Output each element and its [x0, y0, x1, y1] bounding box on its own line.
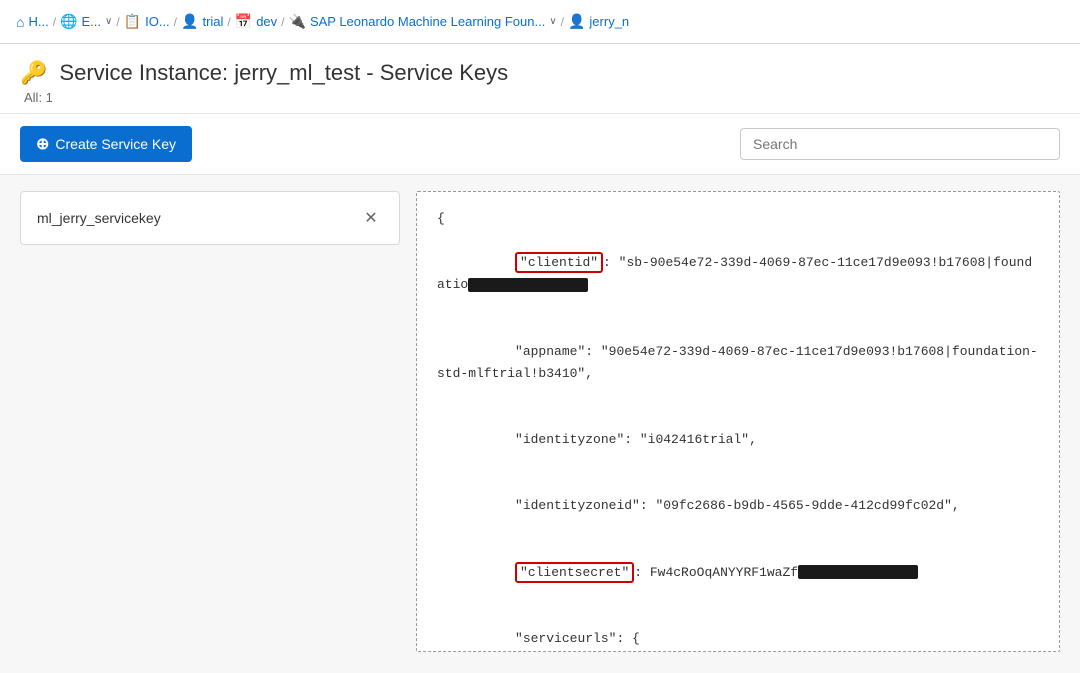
user-icon: 👤	[568, 13, 585, 30]
plus-circle-icon: ⊕	[36, 134, 49, 154]
breadcrumb-sep-1: /	[53, 15, 56, 29]
json-line-brace-open: {	[437, 208, 1039, 230]
globe-icon: 🌐	[60, 13, 77, 30]
breadcrumb-chevron-env[interactable]: ∨	[105, 16, 112, 27]
breadcrumb-io[interactable]: 📋 IO...	[124, 13, 170, 30]
breadcrumb-bar: ⌂ H... / 🌐 E... ∨ / 📋 IO... / 👤 trial / …	[0, 0, 1080, 44]
breadcrumb-trial[interactable]: 👤 trial	[181, 13, 223, 30]
home-icon: ⌂	[16, 14, 24, 30]
breadcrumb-sap-label: SAP Leonardo Machine Learning Foun...	[310, 14, 545, 29]
breadcrumb-sep-2: /	[116, 15, 119, 29]
breadcrumb-user-label: jerry_n	[589, 14, 629, 29]
create-service-key-button[interactable]: ⊕ Create Service Key	[20, 126, 192, 162]
page-title: Service Instance: jerry_ml_test - Servic…	[59, 60, 508, 86]
search-input[interactable]	[740, 128, 1060, 160]
main-content: ml_jerry_servicekey ✕ { "clientid": "sb-…	[0, 175, 1080, 668]
key-close-button[interactable]: ✕	[359, 206, 383, 230]
dev-icon: 📅	[235, 13, 252, 30]
breadcrumb-sep-5: /	[281, 15, 284, 29]
plugin-icon: 🔌	[289, 13, 306, 30]
breadcrumb-dev[interactable]: 📅 dev	[235, 13, 277, 30]
breadcrumb-chevron-sap[interactable]: ∨	[549, 16, 556, 27]
breadcrumb-sep-4: /	[227, 15, 230, 29]
page-header: 🔑 Service Instance: jerry_ml_test - Serv…	[0, 44, 1080, 114]
page-title-row: 🔑 Service Instance: jerry_ml_test - Serv…	[20, 60, 1060, 86]
json-line-clientsecret: "clientsecret": Fw4cRoOqANYYRF1waZf	[437, 539, 1039, 605]
trial-icon: 👤	[181, 13, 198, 30]
breadcrumb-io-label: IO...	[145, 14, 170, 29]
clientsecret-redacted	[798, 565, 918, 579]
json-line-identityzoneid: "identityzoneid": "09fc2686-b9db-4565-9d…	[437, 473, 1039, 539]
clientid-redacted	[468, 278, 588, 292]
json-line-appname: "appname": "90e54e72-339d-4069-87ec-11ce…	[437, 318, 1039, 406]
list-item[interactable]: ml_jerry_servicekey ✕	[20, 191, 400, 245]
breadcrumb-env-label: E...	[81, 14, 101, 29]
breadcrumb-home[interactable]: ⌂ H...	[16, 14, 49, 30]
clientid-key: "clientid"	[515, 252, 603, 273]
json-panel: { "clientid": "sb-90e54e72-339d-4069-87e…	[416, 191, 1060, 652]
key-list-panel: ml_jerry_servicekey ✕	[20, 191, 400, 652]
breadcrumb-sap-ml[interactable]: 🔌 SAP Leonardo Machine Learning Foun...	[289, 13, 546, 30]
page-count: All: 1	[20, 90, 1060, 105]
service-key-icon: 🔑	[20, 60, 47, 86]
key-name: ml_jerry_servicekey	[37, 210, 161, 226]
toolbar: ⊕ Create Service Key	[0, 114, 1080, 175]
breadcrumb-environments[interactable]: 🌐 E...	[60, 13, 101, 30]
io-icon: 📋	[124, 13, 141, 30]
breadcrumb-user[interactable]: 👤 jerry_n	[568, 13, 629, 30]
breadcrumb-sep-3: /	[174, 15, 177, 29]
close-icon: ✕	[364, 208, 377, 228]
json-line-identityzone: "identityzone": "i042416trial",	[437, 407, 1039, 473]
breadcrumb-home-label: H...	[28, 14, 48, 29]
breadcrumb-dev-label: dev	[256, 14, 277, 29]
json-line-clientid: "clientid": "sb-90e54e72-339d-4069-87ec-…	[437, 230, 1039, 318]
breadcrumb-sep-6: /	[561, 15, 564, 29]
json-line-serviceurls: "serviceurls": {	[437, 606, 1039, 652]
clientsecret-key: "clientsecret"	[515, 562, 634, 583]
breadcrumb-trial-label: trial	[202, 14, 223, 29]
create-button-label: Create Service Key	[55, 136, 176, 152]
